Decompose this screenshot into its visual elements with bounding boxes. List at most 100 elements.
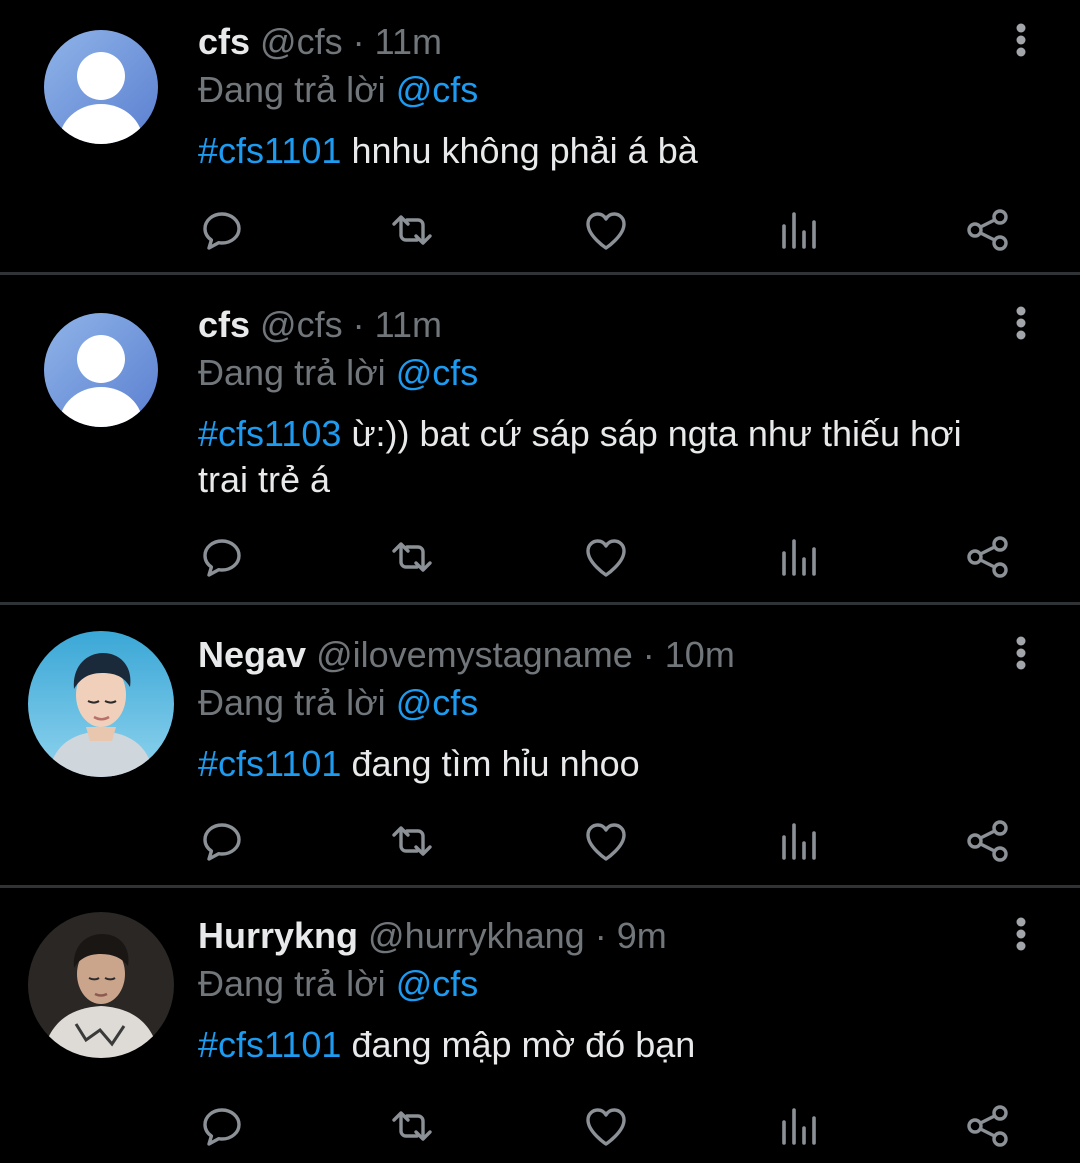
- reply-context: Đang trả lời @cfs: [198, 68, 1020, 112]
- reply-prefix: Đang trả lời: [198, 963, 386, 1004]
- share-button[interactable]: [964, 533, 1012, 581]
- action-bar: [198, 206, 1012, 254]
- views-button[interactable]: [776, 1102, 824, 1150]
- timestamp[interactable]: 10m: [665, 634, 735, 675]
- reply-mention[interactable]: @cfs: [396, 682, 479, 723]
- like-button[interactable]: [582, 533, 630, 581]
- like-icon: [586, 1108, 626, 1146]
- views-icon: [782, 539, 816, 576]
- more-options-button[interactable]: [1006, 912, 1036, 956]
- more-vertical-icon: [1016, 306, 1026, 340]
- more-options-button[interactable]: [1006, 301, 1036, 345]
- timestamp[interactable]: 9m: [617, 915, 667, 956]
- retweet-icon: [392, 542, 432, 572]
- user-handle[interactable]: @cfs: [260, 21, 343, 62]
- retweet-icon: [392, 826, 432, 856]
- tweet-header: Negav @ilovemystagname · 10m: [198, 633, 1020, 677]
- hashtag-link[interactable]: #cfs1101: [198, 1024, 341, 1065]
- display-name[interactable]: cfs: [198, 21, 250, 62]
- user-handle[interactable]: @cfs: [260, 304, 343, 345]
- retweet-button[interactable]: [388, 1102, 436, 1150]
- default-avatar-icon: [44, 30, 158, 144]
- profile-photo-avatar: [28, 912, 174, 1058]
- tweet-text: #cfs1101 đang tìm hỉu nhoo: [198, 741, 1020, 787]
- hashtag-link[interactable]: #cfs1101: [198, 130, 341, 171]
- reply-prefix: Đang trả lời: [198, 352, 386, 393]
- default-avatar-icon: [44, 313, 158, 427]
- more-options-button[interactable]: [1006, 18, 1036, 62]
- reply-prefix: Đang trả lời: [198, 682, 386, 723]
- like-icon: [586, 212, 626, 250]
- share-icon: [967, 536, 1008, 578]
- display-name[interactable]: Negav: [198, 634, 306, 675]
- tweet[interactable]: Hurrykng @hurrykhang · 9m Đang trả lời @…: [0, 888, 1080, 1163]
- tweet[interactable]: cfs @cfs · 11m Đang trả lời @cfs #cfs110…: [0, 275, 1080, 605]
- share-icon: [967, 1105, 1008, 1147]
- avatar[interactable]: [28, 912, 174, 1058]
- like-icon: [586, 823, 626, 861]
- reply-context: Đang trả lời @cfs: [198, 962, 1020, 1006]
- user-handle[interactable]: @ilovemystagname: [316, 634, 633, 675]
- views-icon: [782, 212, 816, 249]
- separator: ·: [642, 634, 655, 675]
- tweet-text: #cfs1101 đang mập mờ đó bạn: [198, 1022, 1020, 1068]
- reply-context: Đang trả lời @cfs: [198, 351, 1020, 395]
- retweet-icon: [392, 215, 432, 245]
- profile-photo-avatar: [28, 631, 174, 777]
- like-icon: [586, 539, 626, 577]
- retweet-button[interactable]: [388, 817, 436, 865]
- avatar[interactable]: [28, 631, 174, 777]
- separator: ·: [352, 21, 365, 62]
- like-button[interactable]: [582, 817, 630, 865]
- tweet[interactable]: cfs @cfs · 11m Đang trả lời @cfs #cfs110…: [0, 0, 1080, 275]
- share-icon: [967, 820, 1008, 862]
- views-icon: [782, 1108, 816, 1145]
- more-vertical-icon: [1016, 917, 1026, 951]
- like-button[interactable]: [582, 1102, 630, 1150]
- reply-icon: [203, 823, 241, 861]
- user-handle[interactable]: @hurrykhang: [368, 915, 585, 956]
- more-options-button[interactable]: [1006, 631, 1036, 675]
- reply-feed: cfs @cfs · 11m Đang trả lời @cfs #cfs110…: [0, 0, 1080, 1163]
- avatar[interactable]: [44, 313, 158, 427]
- reply-button[interactable]: [198, 817, 246, 865]
- reply-icon: [203, 1108, 241, 1146]
- retweet-icon: [392, 1111, 432, 1141]
- retweet-button[interactable]: [388, 533, 436, 581]
- retweet-button[interactable]: [388, 206, 436, 254]
- views-button[interactable]: [776, 533, 824, 581]
- share-icon: [967, 209, 1008, 251]
- reply-button[interactable]: [198, 206, 246, 254]
- share-button[interactable]: [964, 206, 1012, 254]
- views-button[interactable]: [776, 817, 824, 865]
- share-button[interactable]: [964, 817, 1012, 865]
- hashtag-link[interactable]: #cfs1101: [198, 743, 341, 784]
- share-button[interactable]: [964, 1102, 1012, 1150]
- reply-button[interactable]: [198, 1102, 246, 1150]
- tweet-body: đang tìm hỉu nhoo: [341, 743, 640, 784]
- tweet-body: đang mập mờ đó bạn: [341, 1024, 696, 1065]
- reply-icon: [203, 539, 241, 577]
- display-name[interactable]: cfs: [198, 304, 250, 345]
- reply-icon: [203, 212, 241, 250]
- like-button[interactable]: [582, 206, 630, 254]
- action-bar: [198, 533, 1012, 581]
- timestamp[interactable]: 11m: [375, 21, 442, 62]
- reply-mention[interactable]: @cfs: [396, 963, 479, 1004]
- tweet-header: cfs @cfs · 11m: [198, 20, 1020, 64]
- avatar[interactable]: [44, 30, 158, 144]
- reply-mention[interactable]: @cfs: [396, 352, 479, 393]
- tweet-text: #cfs1101 hnhu không phải á bà: [198, 128, 1020, 174]
- action-bar: [198, 817, 1012, 865]
- reply-button[interactable]: [198, 533, 246, 581]
- display-name[interactable]: Hurrykng: [198, 915, 358, 956]
- separator: ·: [352, 304, 365, 345]
- action-bar: [198, 1102, 1012, 1150]
- views-button[interactable]: [776, 206, 824, 254]
- tweet-text: #cfs1103 ừ:)) bat cứ sáp sáp ngta như th…: [198, 411, 1020, 503]
- reply-mention[interactable]: @cfs: [396, 69, 479, 110]
- timestamp[interactable]: 11m: [375, 304, 442, 345]
- hashtag-link[interactable]: #cfs1103: [198, 413, 341, 454]
- tweet[interactable]: Negav @ilovemystagname · 10m Đang trả lờ…: [0, 605, 1080, 888]
- more-vertical-icon: [1016, 636, 1026, 670]
